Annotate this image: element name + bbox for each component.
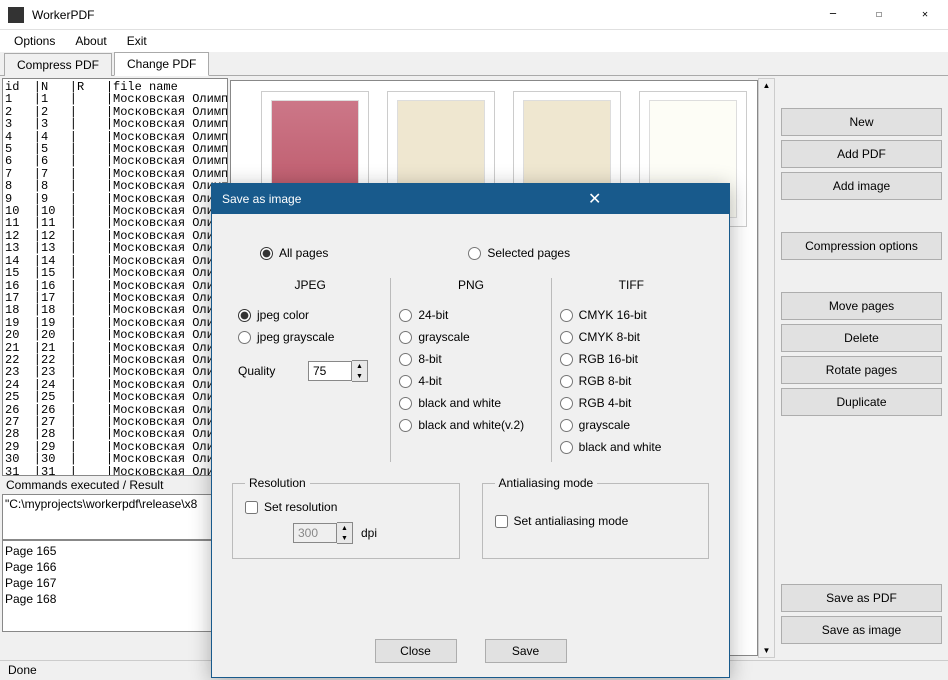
- radio-selected-pages[interactable]: Selected pages: [468, 246, 570, 260]
- radio-tiff-grayscale[interactable]: grayscale: [560, 418, 703, 432]
- radio-all-pages[interactable]: All pages: [260, 246, 328, 260]
- dpi-input: [293, 523, 337, 543]
- radio-tiff-cmyk16[interactable]: CMYK 16-bit: [560, 308, 703, 322]
- rotate-pages-button[interactable]: Rotate pages: [781, 356, 942, 384]
- dialog-titlebar: Save as image ✕: [212, 184, 729, 214]
- window-title: WorkerPDF: [32, 8, 810, 22]
- sidebar: New Add PDF Add image Compression option…: [775, 76, 948, 660]
- png-column: PNG 24-bit grayscale 8-bit 4-bit black a…: [390, 278, 550, 462]
- menubar: Options About Exit: [0, 30, 948, 52]
- thumb-vscroll[interactable]: ▲▼: [758, 78, 775, 658]
- tab-change-pdf[interactable]: Change PDF: [114, 52, 209, 76]
- radio-png-24bit[interactable]: 24-bit: [399, 308, 542, 322]
- jpeg-title: JPEG: [238, 278, 382, 292]
- radio-tiff-bw[interactable]: black and white: [560, 440, 703, 454]
- menu-about[interactable]: About: [65, 32, 116, 50]
- move-pages-button[interactable]: Move pages: [781, 292, 942, 320]
- new-button[interactable]: New: [781, 108, 942, 136]
- quality-down[interactable]: ▼: [352, 371, 367, 381]
- titlebar: WorkerPDF ─ ☐ ✕: [0, 0, 948, 30]
- compression-options-button[interactable]: Compression options: [781, 232, 942, 260]
- result-box[interactable]: Page 165Page 166Page 167Page 168: [2, 540, 228, 632]
- antialiasing-group: Antialiasing mode Set antialiasing mode: [482, 476, 710, 559]
- maximize-button[interactable]: ☐: [856, 0, 902, 30]
- commands-executed-box[interactable]: "C:\myprojects\workerpdf\release\x8: [2, 494, 228, 540]
- result-line: Page 167: [5, 575, 225, 591]
- dpi-unit: dpi: [361, 526, 377, 540]
- radio-png-bw2[interactable]: black and white(v.2): [399, 418, 542, 432]
- radio-jpeg-color[interactable]: jpeg color: [238, 308, 382, 322]
- jpeg-column: JPEG jpeg color jpeg grayscale Quality ▲…: [230, 278, 390, 462]
- radio-png-grayscale[interactable]: grayscale: [399, 330, 542, 344]
- dialog-close-button[interactable]: ✕: [471, 189, 720, 209]
- dialog-close-btn[interactable]: Close: [375, 639, 457, 663]
- tabs: Compress PDF Change PDF: [0, 52, 948, 76]
- duplicate-button[interactable]: Duplicate: [781, 388, 942, 416]
- result-line: Page 165: [5, 543, 225, 559]
- set-resolution-checkbox[interactable]: [245, 501, 258, 514]
- commands-label: Commands executed / Result: [2, 476, 228, 494]
- add-pdf-button[interactable]: Add PDF: [781, 140, 942, 168]
- quality-input[interactable]: [308, 361, 352, 381]
- radio-png-8bit[interactable]: 8-bit: [399, 352, 542, 366]
- dialog-title: Save as image: [222, 192, 471, 206]
- antialiasing-legend: Antialiasing mode: [495, 476, 598, 490]
- tiff-column: TIFF CMYK 16-bit CMYK 8-bit RGB 16-bit R…: [551, 278, 711, 462]
- radio-tiff-rgb16[interactable]: RGB 16-bit: [560, 352, 703, 366]
- save-as-image-button[interactable]: Save as image: [781, 616, 942, 644]
- result-line: Page 168: [5, 591, 225, 607]
- close-button[interactable]: ✕: [902, 0, 948, 30]
- resolution-legend: Resolution: [245, 476, 310, 490]
- delete-button[interactable]: Delete: [781, 324, 942, 352]
- dialog-save-btn[interactable]: Save: [485, 639, 567, 663]
- app-icon: [8, 7, 24, 23]
- radio-tiff-rgb8[interactable]: RGB 8-bit: [560, 374, 703, 388]
- radio-tiff-cmyk8[interactable]: CMYK 8-bit: [560, 330, 703, 344]
- resolution-group: Resolution Set resolution ▲▼ dpi: [232, 476, 460, 559]
- dpi-spinner[interactable]: ▲▼: [293, 522, 353, 544]
- set-antialiasing-checkbox[interactable]: [495, 515, 508, 528]
- file-table[interactable]: id |N |R |file name 1 |1 | |Московская О…: [2, 78, 228, 476]
- radio-png-bw[interactable]: black and white: [399, 396, 542, 410]
- menu-options[interactable]: Options: [4, 32, 65, 50]
- minimize-button[interactable]: ─: [810, 0, 856, 30]
- radio-png-4bit[interactable]: 4-bit: [399, 374, 542, 388]
- save-as-pdf-button[interactable]: Save as PDF: [781, 584, 942, 612]
- radio-tiff-rgb4[interactable]: RGB 4-bit: [560, 396, 703, 410]
- add-image-button[interactable]: Add image: [781, 172, 942, 200]
- result-line: Page 166: [5, 559, 225, 575]
- png-title: PNG: [399, 278, 542, 292]
- tiff-title: TIFF: [560, 278, 703, 292]
- quality-spinner[interactable]: ▲▼: [308, 360, 368, 382]
- tab-compress-pdf[interactable]: Compress PDF: [4, 53, 112, 76]
- command-path: "C:\myprojects\workerpdf\release\x8: [5, 497, 225, 511]
- quality-up[interactable]: ▲: [352, 361, 367, 371]
- dpi-down: ▼: [337, 533, 352, 543]
- menu-exit[interactable]: Exit: [117, 32, 157, 50]
- save-as-image-dialog: Save as image ✕ All pages Selected pages…: [211, 183, 730, 678]
- radio-jpeg-grayscale[interactable]: jpeg grayscale: [238, 330, 382, 344]
- dpi-up: ▲: [337, 523, 352, 533]
- quality-label: Quality: [238, 364, 298, 378]
